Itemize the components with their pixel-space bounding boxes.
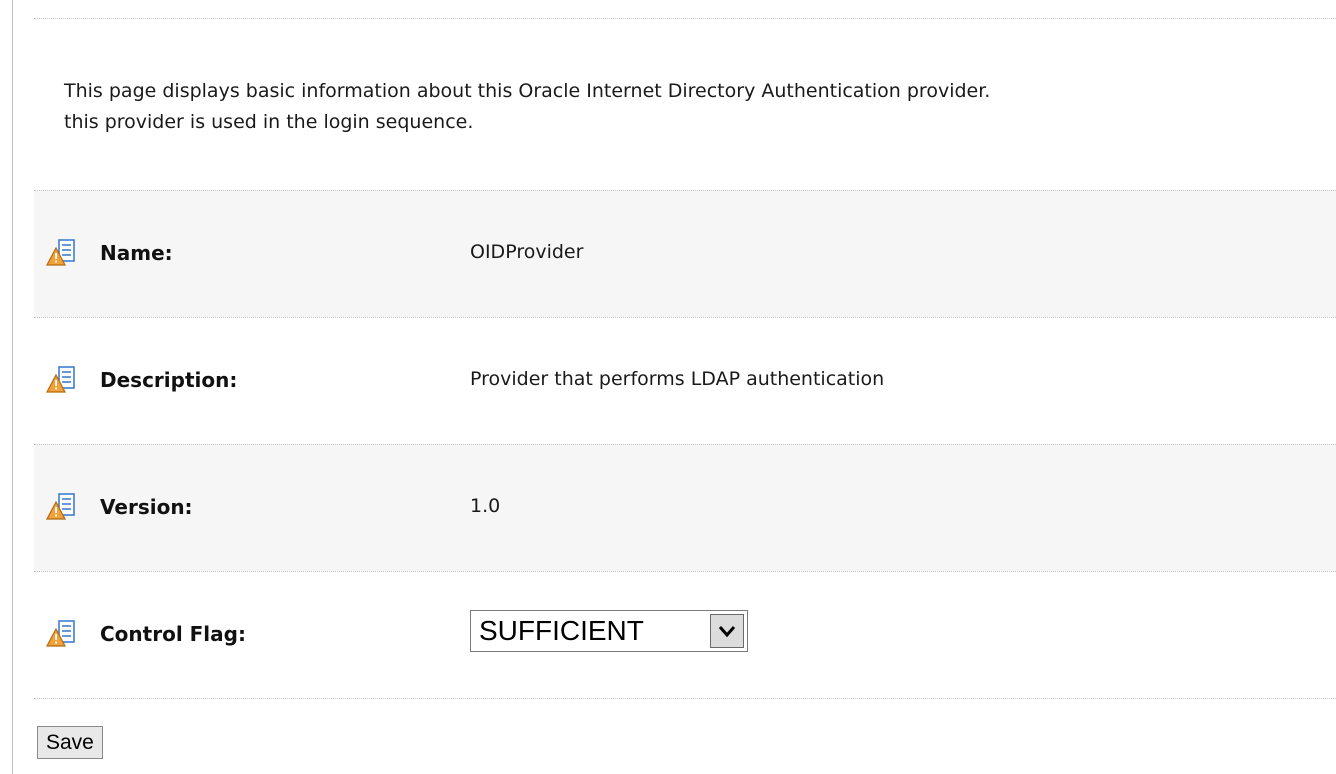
save-button[interactable]: Save [37, 726, 103, 759]
version-value: 1.0 [470, 495, 501, 517]
control-flag-select[interactable]: SUFFICIENT [470, 610, 748, 652]
control-flag-label: Control Flag: [100, 622, 246, 646]
field-list: Name: OIDProvider Description: Provider … [34, 190, 1336, 699]
warning-field-icon [46, 364, 78, 396]
chevron-down-icon[interactable] [710, 614, 744, 648]
version-label: Version: [100, 495, 193, 519]
field-row-name: Name: OIDProvider [34, 190, 1336, 317]
intro-text: This page displays basic information abo… [64, 76, 1336, 138]
description-label: Description: [100, 368, 238, 392]
description-value: Provider that performs LDAP authenticati… [470, 368, 885, 390]
provider-config-page: This page displays basic information abo… [0, 0, 1336, 774]
warning-field-icon [46, 237, 78, 269]
field-row-version: Version: 1.0 [34, 444, 1336, 571]
intro-line-2: this provider is used in the login seque… [64, 111, 474, 133]
top-divider [34, 18, 1336, 19]
left-border [12, 0, 13, 774]
warning-field-icon [46, 618, 78, 650]
intro-line-1: This page displays basic information abo… [64, 80, 991, 102]
field-row-description: Description: Provider that performs LDAP… [34, 317, 1336, 444]
warning-field-icon [46, 491, 78, 523]
control-flag-selected-value: SUFFICIENT [479, 615, 644, 646]
field-row-control-flag: Control Flag: SUFFICIENT [34, 571, 1336, 699]
name-label: Name: [100, 241, 173, 265]
name-value: OIDProvider [470, 241, 584, 263]
